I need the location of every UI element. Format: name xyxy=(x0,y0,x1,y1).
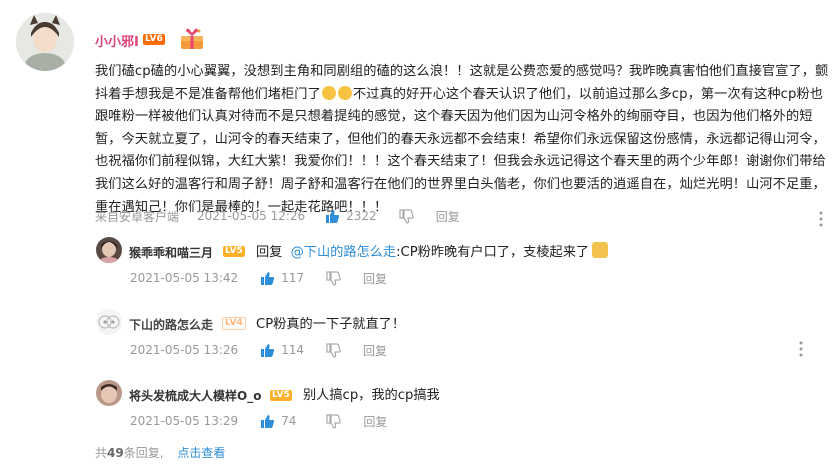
reply-meta: 2021-05-05 13:42 117 回复 xyxy=(130,269,387,287)
avatar[interactable] xyxy=(96,309,122,335)
more-icon[interactable] xyxy=(819,211,823,227)
like-count: 114 xyxy=(281,343,305,357)
more-icon[interactable] xyxy=(799,341,803,357)
avatar[interactable] xyxy=(16,13,74,71)
reply-timestamp: 2021-05-05 13:42 xyxy=(130,271,239,285)
avatar[interactable] xyxy=(96,237,122,263)
comment-text: 我们磕cp磕的小心翼翼，没想到主角和同剧组的磕的这么浪！！这就是公费恋爱的感觉吗… xyxy=(95,61,830,219)
avatar[interactable] xyxy=(96,380,122,406)
emoji-icon xyxy=(321,85,336,100)
level-badge: LV4 xyxy=(222,317,246,330)
like-icon[interactable] xyxy=(260,343,275,358)
reply-summary: 共49条回复, 点击查看 xyxy=(95,444,225,461)
reply-button[interactable]: 回复 xyxy=(363,342,387,359)
reply-meta: 2021-05-05 13:29 74 回复 xyxy=(130,412,387,430)
level-badge: LV6 xyxy=(143,34,165,45)
reply-content: 回复 @下山的路怎么走:CP粉昨晚有户口了，支棱起来了 xyxy=(256,241,609,260)
dislike-icon[interactable] xyxy=(326,270,341,286)
like-icon[interactable] xyxy=(260,271,275,286)
reply-count-prefix: 共 xyxy=(95,446,108,460)
level-badge: LV5 xyxy=(270,390,292,401)
reply-count: 49 xyxy=(107,446,124,460)
reply-meta: 2021-05-05 13:26 114 回复 xyxy=(130,341,387,359)
comment-source: 来自安卓客户端 xyxy=(95,209,180,224)
reply-text: CP粉真的一下子就直了！ xyxy=(256,317,406,332)
dislike-icon[interactable] xyxy=(399,208,414,224)
dislike-icon[interactable] xyxy=(326,342,341,358)
like-icon[interactable] xyxy=(260,414,275,429)
reply-username[interactable]: 将头发梳成大人模样O_o xyxy=(129,387,261,404)
reply-timestamp: 2021-05-05 13:29 xyxy=(130,414,239,428)
reply-prefix: 回复 xyxy=(256,245,283,260)
like-count: 117 xyxy=(281,271,305,285)
reply-username[interactable]: 下山的路怎么走 xyxy=(129,316,213,333)
gift-icon[interactable] xyxy=(178,27,206,51)
level-badge: LV5 xyxy=(223,246,245,257)
comment-meta: 来自安卓客户端 2021-05-05 12:26 2322 回复 xyxy=(95,207,460,225)
reply-text: 别人搞cp，我的cp搞我 xyxy=(303,388,440,403)
comment-text-part: 不过真的好开心这个春天认识了他们，以前追过那么多cp，第一次有这种cp粉也跟唯粉… xyxy=(95,86,826,215)
comment-timestamp: 2021-05-05 12:26 xyxy=(197,209,306,223)
comment-username[interactable]: 小小邪I xyxy=(95,31,139,50)
like-count: 2322 xyxy=(346,209,377,223)
view-more-link[interactable]: 点击查看 xyxy=(177,446,225,460)
like-count: 74 xyxy=(281,414,297,428)
emoji-icon xyxy=(592,242,609,258)
mention-link[interactable]: @下山的路怎么走 xyxy=(291,245,397,260)
like-icon[interactable] xyxy=(325,209,340,224)
reply-button[interactable]: 回复 xyxy=(363,413,387,430)
reply-text: :CP粉昨晚有户口了，支棱起来了 xyxy=(396,245,590,260)
reply-username[interactable]: 猴乖乖和喵三月 xyxy=(129,244,213,261)
reply-button[interactable]: 回复 xyxy=(363,270,387,287)
reply-count-suffix: 条回复, xyxy=(123,446,164,460)
reply-button[interactable]: 回复 xyxy=(436,208,460,225)
reply-timestamp: 2021-05-05 13:26 xyxy=(130,343,239,357)
emoji-icon xyxy=(337,85,352,100)
dislike-icon[interactable] xyxy=(326,413,342,429)
